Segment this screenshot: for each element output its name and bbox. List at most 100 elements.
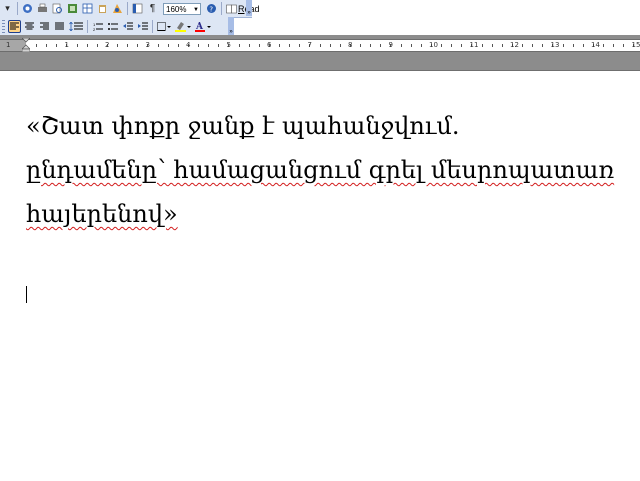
permission-icon[interactable] bbox=[21, 2, 34, 15]
highlight-button[interactable] bbox=[174, 20, 192, 33]
ruler-tick bbox=[573, 44, 574, 47]
ruler-tick bbox=[46, 44, 47, 47]
ruler-tick bbox=[461, 44, 462, 47]
ruler-tick bbox=[77, 44, 78, 47]
ruler-tick bbox=[279, 44, 280, 47]
document-line: «Շատ փոքր ջանք է պահանջվում. bbox=[26, 104, 640, 148]
zoom-value: 160% bbox=[166, 5, 186, 14]
ruler-number: 4 bbox=[186, 41, 190, 49]
font-color-bar bbox=[195, 30, 205, 32]
ruler-number: 7 bbox=[308, 41, 312, 49]
ruler-number: 1 bbox=[65, 41, 69, 49]
document-map-icon[interactable] bbox=[131, 2, 144, 15]
indent-markers-icon[interactable] bbox=[22, 38, 30, 52]
ruler-tick bbox=[492, 44, 493, 47]
document-line: հայերենով» bbox=[26, 192, 640, 236]
increase-indent-button[interactable] bbox=[136, 20, 149, 33]
ruler-number: 1 bbox=[6, 41, 10, 49]
separator bbox=[17, 2, 18, 15]
ruler-tick bbox=[441, 44, 442, 47]
ruler-tick bbox=[259, 44, 260, 47]
clipboard-icon[interactable] bbox=[96, 2, 109, 15]
ruler-tick bbox=[563, 44, 564, 47]
horizontal-ruler[interactable]: 1123456789101112131415 bbox=[0, 39, 640, 52]
ruler-number: 10 bbox=[429, 41, 438, 49]
ruler-tick bbox=[178, 44, 179, 47]
toolbar-overflow-icon[interactable]: » bbox=[228, 17, 234, 35]
show-hide-formatting-icon[interactable]: ¶ bbox=[146, 2, 159, 15]
ruler-tick bbox=[370, 44, 371, 47]
help-icon[interactable]: ? bbox=[205, 2, 218, 15]
toolbar-grip[interactable] bbox=[2, 20, 5, 33]
zoom-dropdown[interactable]: 160% ▼ bbox=[161, 2, 203, 15]
ruler-tick bbox=[198, 44, 199, 47]
book-icon bbox=[226, 4, 237, 14]
line-text: «Շատ փոքր ջանք է պահանջվում. bbox=[26, 112, 459, 140]
numbering-button[interactable]: 12 bbox=[91, 20, 104, 33]
chevron-down-icon: ▼ bbox=[193, 4, 199, 16]
align-right-button[interactable] bbox=[38, 20, 51, 33]
align-left-button[interactable] bbox=[8, 20, 21, 33]
separator bbox=[127, 2, 128, 15]
research-icon[interactable] bbox=[66, 2, 79, 15]
ruler-tick bbox=[87, 44, 88, 47]
ruler-tick bbox=[603, 44, 604, 47]
ruler-number: 3 bbox=[146, 41, 150, 49]
ruler-number: 6 bbox=[267, 41, 271, 49]
font-color-button[interactable]: A bbox=[194, 20, 212, 33]
ruler-tick bbox=[583, 44, 584, 47]
ruler-number: 14 bbox=[591, 41, 600, 49]
document-line: ընդամենը՝ համացանցում գրել մեսրոպատառ bbox=[26, 148, 640, 192]
ruler-tick bbox=[289, 44, 290, 47]
ruler-number: 15 bbox=[632, 41, 640, 49]
ruler-tick bbox=[97, 44, 98, 47]
align-center-button[interactable] bbox=[23, 20, 36, 33]
separator bbox=[221, 2, 222, 15]
ruler-tick bbox=[421, 44, 422, 47]
ruler-tick bbox=[380, 44, 381, 47]
print-icon[interactable] bbox=[36, 2, 49, 15]
ruler-tick bbox=[340, 44, 341, 47]
toolbar-options-icon[interactable]: ▾ bbox=[1, 2, 14, 15]
ruler-tick bbox=[56, 44, 57, 47]
ruler-tick bbox=[502, 44, 503, 47]
borders-button[interactable] bbox=[156, 20, 172, 33]
ruler-tick bbox=[623, 44, 624, 47]
text-cursor bbox=[26, 286, 27, 303]
bullets-button[interactable] bbox=[106, 20, 119, 33]
ruler-number: 11 bbox=[470, 41, 479, 49]
ruler-tick bbox=[360, 44, 361, 47]
ruler-tick bbox=[36, 44, 37, 47]
toolbar-overflow-icon[interactable]: » bbox=[246, 0, 252, 16]
ruler-tick bbox=[330, 44, 331, 47]
ruler-number: 12 bbox=[510, 41, 519, 49]
line-text: ընդամենը՝ համացանցում գրել մեսրոպատառ bbox=[26, 156, 614, 184]
table-icon[interactable] bbox=[81, 2, 94, 15]
ruler-tick bbox=[482, 44, 483, 47]
justify-button[interactable] bbox=[53, 20, 66, 33]
ruler-tick bbox=[613, 44, 614, 47]
document-body[interactable]: «Շատ փոքր ջանք է պահանջվում. ընդամենը՝ հ… bbox=[26, 104, 640, 236]
ruler-number: 13 bbox=[551, 41, 560, 49]
ruler-tick bbox=[320, 44, 321, 47]
ruler-tick bbox=[411, 44, 412, 47]
ruler-tick bbox=[451, 44, 452, 47]
page-gap bbox=[0, 54, 640, 70]
svg-text:?: ? bbox=[209, 5, 213, 13]
print-preview-icon[interactable] bbox=[51, 2, 64, 15]
separator bbox=[87, 20, 88, 33]
ruler-tick bbox=[522, 44, 523, 47]
line-spacing-button[interactable] bbox=[68, 20, 84, 33]
standard-toolbar: ▾ ¶ 160% ▼ ? bbox=[0, 0, 252, 18]
ruler-tick bbox=[532, 44, 533, 47]
decrease-indent-button[interactable] bbox=[121, 20, 134, 33]
drawing-icon[interactable] bbox=[111, 2, 124, 15]
read-button[interactable]: Read bbox=[224, 4, 262, 14]
ruler-number: 9 bbox=[389, 41, 393, 49]
line-text: հայերենով» bbox=[26, 200, 178, 228]
ruler-tick bbox=[208, 44, 209, 47]
highlight-color-bar bbox=[175, 30, 186, 32]
separator bbox=[152, 20, 153, 33]
ruler-tick bbox=[137, 44, 138, 47]
ruler-tick bbox=[249, 44, 250, 47]
